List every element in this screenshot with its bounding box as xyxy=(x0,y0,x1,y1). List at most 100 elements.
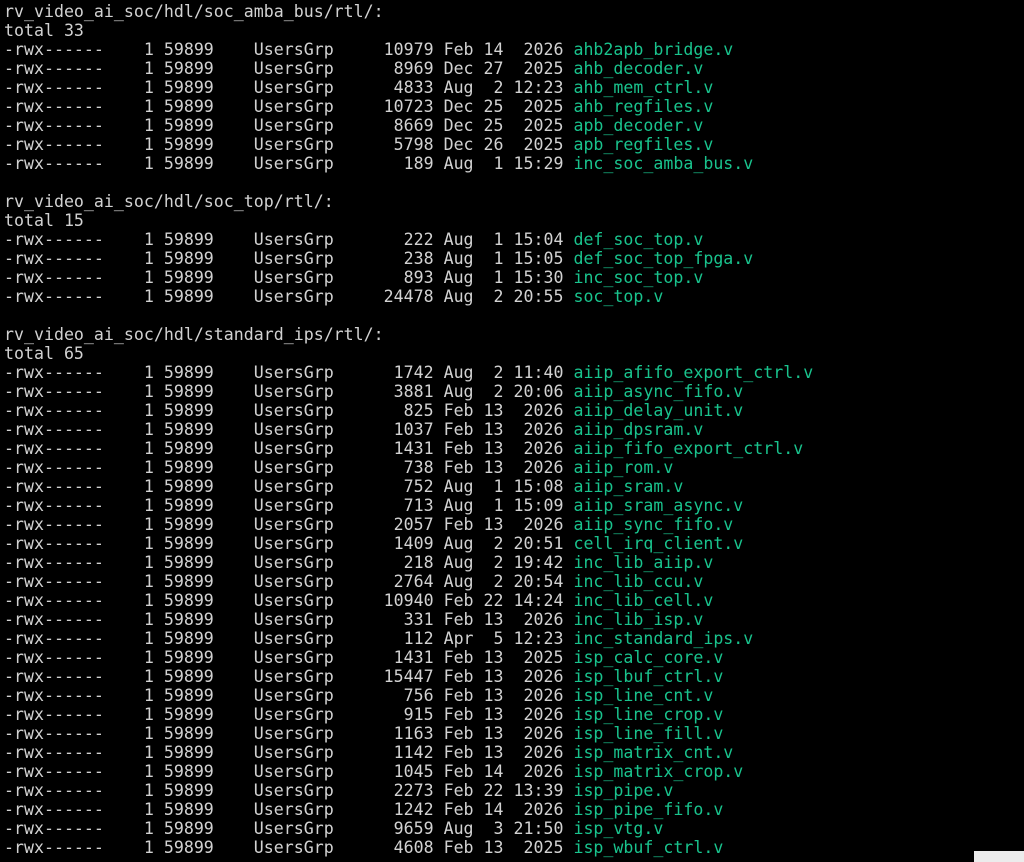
file-row: -rwx------ 1 59899 UsersGrp 825 Feb 13 2… xyxy=(4,401,1020,420)
file-row: -rwx------ 1 59899 UsersGrp 2764 Aug 2 2… xyxy=(4,572,1020,591)
file-row: -rwx------ 1 59899 UsersGrp 752 Aug 1 15… xyxy=(4,477,1020,496)
file-name[interactable]: isp_line_fill.v xyxy=(573,724,723,743)
file-row: -rwx------ 1 59899 UsersGrp 10979 Feb 14… xyxy=(4,40,1020,59)
file-row: -rwx------ 1 59899 UsersGrp 1742 Aug 2 1… xyxy=(4,363,1020,382)
file-name[interactable]: inc_lib_isp.v xyxy=(573,610,703,629)
file-metadata: -rwx------ 1 59899 UsersGrp 3881 Aug 2 2… xyxy=(4,382,574,401)
file-name[interactable]: soc_top.v xyxy=(573,287,663,306)
directory-header: rv_video_ai_soc/hdl/soc_top/rtl/: xyxy=(4,192,334,211)
file-metadata: -rwx------ 1 59899 UsersGrp 1431 Feb 13 … xyxy=(4,648,574,667)
file-name[interactable]: isp_wbuf_ctrl.v xyxy=(573,838,723,857)
file-row: -rwx------ 1 59899 UsersGrp 2057 Feb 13 … xyxy=(4,515,1020,534)
file-metadata: -rwx------ 1 59899 UsersGrp 10723 Dec 25… xyxy=(4,97,574,116)
file-metadata: -rwx------ 1 59899 UsersGrp 893 Aug 1 15… xyxy=(4,268,574,287)
file-row: -rwx------ 1 59899 UsersGrp 112 Apr 5 12… xyxy=(4,629,1020,648)
file-row: -rwx------ 1 59899 UsersGrp 238 Aug 1 15… xyxy=(4,249,1020,268)
file-metadata: -rwx------ 1 59899 UsersGrp 1742 Aug 2 1… xyxy=(4,363,574,382)
file-name[interactable]: aiip_fifo_export_ctrl.v xyxy=(573,439,803,458)
terminal-output: rv_video_ai_soc/hdl/soc_amba_bus/rtl/: to… xyxy=(4,2,1020,857)
file-metadata: -rwx------ 1 59899 UsersGrp 10979 Feb 14… xyxy=(4,40,574,59)
file-metadata: -rwx------ 1 59899 UsersGrp 1431 Feb 13 … xyxy=(4,439,574,458)
total-line: total 15 xyxy=(4,211,84,230)
file-name[interactable]: aiip_delay_unit.v xyxy=(573,401,743,420)
file-row: -rwx------ 1 59899 UsersGrp 893 Aug 1 15… xyxy=(4,268,1020,287)
file-metadata: -rwx------ 1 59899 UsersGrp 218 Aug 2 19… xyxy=(4,553,574,572)
file-name[interactable]: aiip_sync_fifo.v xyxy=(573,515,733,534)
file-row: -rwx------ 1 59899 UsersGrp 9659 Aug 3 2… xyxy=(4,819,1020,838)
file-metadata: -rwx------ 1 59899 UsersGrp 24478 Aug 2 … xyxy=(4,287,574,306)
file-row: -rwx------ 1 59899 UsersGrp 4833 Aug 2 1… xyxy=(4,78,1020,97)
file-row: -rwx------ 1 59899 UsersGrp 2273 Feb 22 … xyxy=(4,781,1020,800)
file-metadata: -rwx------ 1 59899 UsersGrp 112 Apr 5 12… xyxy=(4,629,574,648)
file-metadata: -rwx------ 1 59899 UsersGrp 9659 Aug 3 2… xyxy=(4,819,574,838)
file-name[interactable]: isp_pipe.v xyxy=(573,781,673,800)
file-metadata: -rwx------ 1 59899 UsersGrp 15447 Feb 13… xyxy=(4,667,574,686)
file-metadata: -rwx------ 1 59899 UsersGrp 4608 Feb 13 … xyxy=(4,838,574,857)
file-name[interactable]: inc_lib_aiip.v xyxy=(573,553,713,572)
file-name[interactable]: inc_standard_ips.v xyxy=(573,629,753,648)
file-name[interactable]: ahb_decoder.v xyxy=(573,59,703,78)
file-metadata: -rwx------ 1 59899 UsersGrp 1037 Feb 13 … xyxy=(4,420,574,439)
file-metadata: -rwx------ 1 59899 UsersGrp 10940 Feb 22… xyxy=(4,591,574,610)
file-row: -rwx------ 1 59899 UsersGrp 1037 Feb 13 … xyxy=(4,420,1020,439)
file-name[interactable]: isp_pipe_fifo.v xyxy=(573,800,723,819)
file-row: -rwx------ 1 59899 UsersGrp 218 Aug 2 19… xyxy=(4,553,1020,572)
file-row: -rwx------ 1 59899 UsersGrp 1163 Feb 13 … xyxy=(4,724,1020,743)
file-row: -rwx------ 1 59899 UsersGrp 1431 Feb 13 … xyxy=(4,439,1020,458)
file-row: -rwx------ 1 59899 UsersGrp 24478 Aug 2 … xyxy=(4,287,1020,306)
file-metadata: -rwx------ 1 59899 UsersGrp 1409 Aug 2 2… xyxy=(4,534,574,553)
file-name[interactable]: aiip_dpsram.v xyxy=(573,420,703,439)
file-name[interactable]: cell_irq_client.v xyxy=(573,534,743,553)
file-name[interactable]: isp_calc_core.v xyxy=(573,648,723,667)
file-name[interactable]: isp_vtg.v xyxy=(573,819,663,838)
file-name[interactable]: isp_matrix_crop.v xyxy=(573,762,743,781)
file-row: -rwx------ 1 59899 UsersGrp 1045 Feb 14 … xyxy=(4,762,1020,781)
file-name[interactable]: aiip_sram.v xyxy=(573,477,683,496)
file-metadata: -rwx------ 1 59899 UsersGrp 713 Aug 1 15… xyxy=(4,496,574,515)
file-name[interactable]: inc_lib_cell.v xyxy=(573,591,713,610)
file-name[interactable]: isp_matrix_cnt.v xyxy=(573,743,733,762)
file-row: -rwx------ 1 59899 UsersGrp 3881 Aug 2 2… xyxy=(4,382,1020,401)
total-line: total 65 xyxy=(4,344,84,363)
file-metadata: -rwx------ 1 59899 UsersGrp 4833 Aug 2 1… xyxy=(4,78,574,97)
file-name[interactable]: aiip_afifo_export_ctrl.v xyxy=(573,363,813,382)
file-metadata: -rwx------ 1 59899 UsersGrp 189 Aug 1 15… xyxy=(4,154,574,173)
file-metadata: -rwx------ 1 59899 UsersGrp 752 Aug 1 15… xyxy=(4,477,574,496)
file-metadata: -rwx------ 1 59899 UsersGrp 1142 Feb 13 … xyxy=(4,743,574,762)
file-name[interactable]: inc_soc_top.v xyxy=(573,268,703,287)
file-row: -rwx------ 1 59899 UsersGrp 189 Aug 1 15… xyxy=(4,154,1020,173)
file-name[interactable]: apb_regfiles.v xyxy=(573,135,713,154)
file-row: -rwx------ 1 59899 UsersGrp 8969 Dec 27 … xyxy=(4,59,1020,78)
file-name[interactable]: inc_soc_amba_bus.v xyxy=(573,154,753,173)
file-metadata: -rwx------ 1 59899 UsersGrp 825 Feb 13 2… xyxy=(4,401,574,420)
file-metadata: -rwx------ 1 59899 UsersGrp 331 Feb 13 2… xyxy=(4,610,574,629)
file-row: -rwx------ 1 59899 UsersGrp 1142 Feb 13 … xyxy=(4,743,1020,762)
directory-header: rv_video_ai_soc/hdl/standard_ips/rtl/: xyxy=(4,325,384,344)
file-name[interactable]: aiip_rom.v xyxy=(573,458,673,477)
file-name[interactable]: def_soc_top_fpga.v xyxy=(573,249,753,268)
file-metadata: -rwx------ 1 59899 UsersGrp 8669 Dec 25 … xyxy=(4,116,574,135)
file-name[interactable]: def_soc_top.v xyxy=(573,230,703,249)
file-name[interactable]: ahb2apb_bridge.v xyxy=(573,40,733,59)
file-row: -rwx------ 1 59899 UsersGrp 1431 Feb 13 … xyxy=(4,648,1020,667)
file-row: -rwx------ 1 59899 UsersGrp 756 Feb 13 2… xyxy=(4,686,1020,705)
file-name[interactable]: isp_line_crop.v xyxy=(573,705,723,724)
window-corner xyxy=(974,851,1024,862)
file-metadata: -rwx------ 1 59899 UsersGrp 1242 Feb 14 … xyxy=(4,800,574,819)
file-name[interactable]: aiip_async_fifo.v xyxy=(573,382,743,401)
file-name[interactable]: isp_line_cnt.v xyxy=(573,686,713,705)
file-name[interactable]: isp_lbuf_ctrl.v xyxy=(573,667,723,686)
file-metadata: -rwx------ 1 59899 UsersGrp 5798 Dec 26 … xyxy=(4,135,574,154)
file-name[interactable]: apb_decoder.v xyxy=(573,116,703,135)
file-row: -rwx------ 1 59899 UsersGrp 713 Aug 1 15… xyxy=(4,496,1020,515)
file-name[interactable]: ahb_regfiles.v xyxy=(573,97,713,116)
file-row: -rwx------ 1 59899 UsersGrp 1409 Aug 2 2… xyxy=(4,534,1020,553)
file-metadata: -rwx------ 1 59899 UsersGrp 238 Aug 1 15… xyxy=(4,249,574,268)
file-name[interactable]: inc_lib_ccu.v xyxy=(573,572,703,591)
file-name[interactable]: aiip_sram_async.v xyxy=(573,496,743,515)
file-row: -rwx------ 1 59899 UsersGrp 331 Feb 13 2… xyxy=(4,610,1020,629)
file-row: -rwx------ 1 59899 UsersGrp 15447 Feb 13… xyxy=(4,667,1020,686)
file-name[interactable]: ahb_mem_ctrl.v xyxy=(573,78,713,97)
file-row: -rwx------ 1 59899 UsersGrp 915 Feb 13 2… xyxy=(4,705,1020,724)
